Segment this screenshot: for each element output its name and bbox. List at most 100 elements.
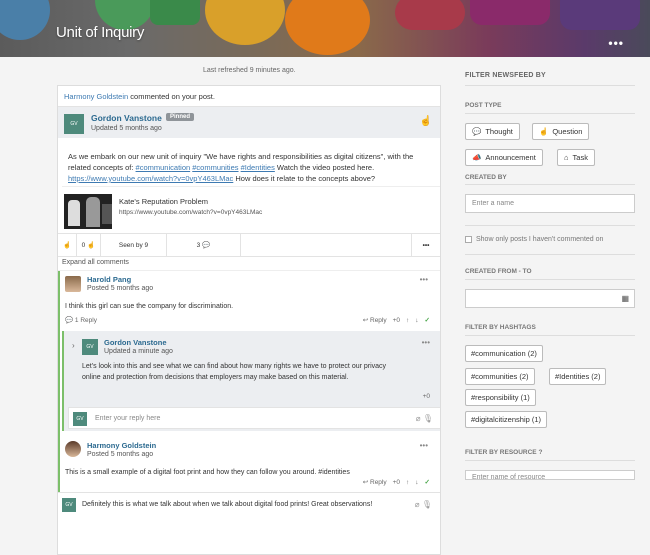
divider xyxy=(465,254,635,255)
hashtag-link[interactable]: #communication xyxy=(136,163,191,172)
hashtag-filter-button[interactable]: #communities (2) xyxy=(465,368,535,385)
filter-thought-label: Thought xyxy=(485,127,513,136)
page-title: Unit of Inquiry xyxy=(56,24,145,41)
avatar: GV xyxy=(62,498,76,512)
hashtag-filter-button[interactable]: #digitalcitizenship (1) xyxy=(465,411,548,428)
hashtag-link[interactable]: #Identities xyxy=(241,163,275,172)
resource-input[interactable]: Enter name of resource xyxy=(465,470,635,480)
filter-thought-button[interactable]: 💬 Thought xyxy=(465,123,520,140)
hand-pointer-icon[interactable]: ☝ xyxy=(420,116,432,127)
replies-count-link[interactable]: 💬 1 Reply xyxy=(65,316,97,324)
video-link[interactable]: https://www.youtube.com/watch?v=0vpY463L… xyxy=(68,174,233,183)
post-action-bar: ☝ 0 ☝ Seen by 9 3 💬 ••• xyxy=(58,233,440,257)
avatar[interactable] xyxy=(65,276,81,292)
filter-task-button[interactable]: ⌂ Task xyxy=(557,149,595,166)
hashtag-filter-button[interactable]: #responsibility (1) xyxy=(465,389,536,406)
comment-footer: ↩ Reply +0 ↑ ↓ ✓ xyxy=(58,474,440,492)
reply-button[interactable]: ↩ Reply xyxy=(363,478,387,486)
like-count[interactable]: 0 ☝ xyxy=(77,234,101,256)
created-by-label: CREATED BY xyxy=(465,174,507,181)
link-preview-card[interactable]: Kate's Reputation Problem https://www.yo… xyxy=(62,186,440,233)
post-more-button[interactable]: ••• xyxy=(412,234,440,256)
expand-all-comments-link[interactable]: Expand all comments xyxy=(58,257,440,271)
help-icon[interactable]: ? xyxy=(538,449,542,456)
resource-label: FILTER BY RESOURCE ? xyxy=(465,449,542,456)
unit-banner: Unit of Inquiry ••• xyxy=(0,0,650,57)
chevron-right-icon[interactable]: › xyxy=(72,341,75,350)
more-options-icon[interactable]: ••• xyxy=(608,36,624,50)
date-range-input[interactable]: ▦ xyxy=(465,289,635,308)
speech-bubble-icon: 💬 xyxy=(202,242,211,249)
banner-globe-graphic xyxy=(0,0,50,40)
comment-thread: Harold Pang Posted 5 months ago ••• I th… xyxy=(58,271,440,476)
avatar[interactable] xyxy=(65,441,81,457)
filter-question-button[interactable]: ☝ Question xyxy=(532,123,590,140)
reply-input[interactable]: GV Enter your reply here ⌀ 🎙 xyxy=(68,407,440,429)
comment-author[interactable]: Harmony Goldstein xyxy=(87,441,156,450)
like-button[interactable]: ☝ xyxy=(58,234,77,256)
notification-banner[interactable]: Harmony Goldstein commented on your post… xyxy=(58,86,440,107)
seen-by-button[interactable]: Seen by 9 xyxy=(101,234,167,256)
banner-network-graphic xyxy=(560,0,640,30)
comment-more-icon[interactable]: ••• xyxy=(422,338,430,347)
paperclip-icon[interactable]: ⌀ xyxy=(416,414,421,423)
compose-tools: ⌀ 🎙 xyxy=(415,500,432,509)
created-by-input[interactable]: Enter a name xyxy=(465,194,635,213)
divider xyxy=(465,184,635,185)
divider xyxy=(465,113,635,114)
banner-people-cloud-graphic xyxy=(285,0,370,55)
comment-more-icon[interactable]: ••• xyxy=(420,275,428,284)
upvote-icon[interactable]: ↑ xyxy=(406,317,409,324)
hashtag-filter-button[interactable]: #communication (2) xyxy=(465,345,543,362)
post-header: GV Gordon Vanstone Pinned Updated 5 mont… xyxy=(58,107,440,138)
megaphone-icon: 📣 xyxy=(472,153,482,162)
filter-announcement-label: Announcement xyxy=(485,153,536,162)
comment-compose[interactable]: GV Definitely this is what we talk about… xyxy=(58,492,440,518)
check-icon[interactable]: ✓ xyxy=(425,316,430,324)
hand-icon: ☝ xyxy=(87,242,96,249)
link-preview-title[interactable]: Kate's Reputation Problem xyxy=(119,197,208,206)
reply-placeholder[interactable]: Enter your reply here xyxy=(95,415,160,422)
comment-more-icon[interactable]: ••• xyxy=(420,441,428,450)
comments-count-value: 3 xyxy=(196,241,201,249)
video-thumbnail[interactable] xyxy=(64,194,112,229)
comment-author[interactable]: Harold Pang xyxy=(87,275,131,284)
resource-label-text: FILTER BY RESOURCE xyxy=(465,449,537,456)
post-author[interactable]: Gordon Vanstone xyxy=(91,113,162,123)
replies-count-text: 1 Reply xyxy=(74,317,97,324)
link-preview-url: https://www.youtube.com/watch?v=0vpY463L… xyxy=(119,209,263,216)
nested-reply: › GV Gordon Vanstone Updated a minute ag… xyxy=(62,331,440,431)
avatar[interactable]: GV xyxy=(64,114,84,134)
banner-sun-graphic xyxy=(205,0,285,45)
comment-actions: ↩ Reply +0 ↑ ↓ ✓ xyxy=(363,316,430,325)
last-refreshed-text: Last refreshed 9 minutes ago. xyxy=(203,67,296,74)
microphone-icon[interactable]: 🎙 xyxy=(422,500,432,509)
paperclip-icon[interactable]: ⌀ xyxy=(415,500,420,509)
filter-question-label: Question xyxy=(552,127,583,136)
uncommented-label: Show only posts I haven't commented on xyxy=(476,236,604,243)
reply-button[interactable]: ↩ Reply xyxy=(363,316,387,324)
hashtag-filter-button[interactable]: #Identities (2) xyxy=(549,368,607,385)
calendar-icon[interactable]: ▦ xyxy=(621,294,629,303)
avatar[interactable]: GV xyxy=(82,339,98,355)
comment-author[interactable]: Gordon Vanstone xyxy=(104,338,167,347)
comment-timestamp: Posted 5 months ago xyxy=(87,285,154,292)
comments-count-button[interactable]: 3 💬 xyxy=(167,234,241,256)
microphone-icon[interactable]: 🎙 xyxy=(423,414,433,423)
hashtag-link[interactable]: #communities xyxy=(192,163,238,172)
filter-announcement-button[interactable]: 📣 Announcement xyxy=(465,149,543,166)
downvote-icon[interactable]: ↓ xyxy=(415,317,418,324)
like-count-value: 0 xyxy=(81,241,86,249)
uncommented-checkbox[interactable]: Show only posts I haven't commented on xyxy=(465,236,603,243)
post-spacer xyxy=(241,234,412,256)
reply-tools: ⌀ 🎙 xyxy=(416,414,433,423)
speech-bubble-icon: 💬 xyxy=(472,127,482,136)
upvote-icon[interactable]: ↑ xyxy=(406,479,409,486)
post-text: How does it relate to the concepts above… xyxy=(233,174,376,183)
downvote-icon[interactable]: ↓ xyxy=(415,479,418,486)
notification-user[interactable]: Harmony Goldstein xyxy=(64,92,128,101)
comment-draft-text[interactable]: Definitely this is what we talk about wh… xyxy=(82,501,372,508)
check-icon[interactable]: ✓ xyxy=(425,478,430,486)
checkbox-box[interactable] xyxy=(465,236,472,243)
banner-chat-graphic xyxy=(150,0,200,25)
